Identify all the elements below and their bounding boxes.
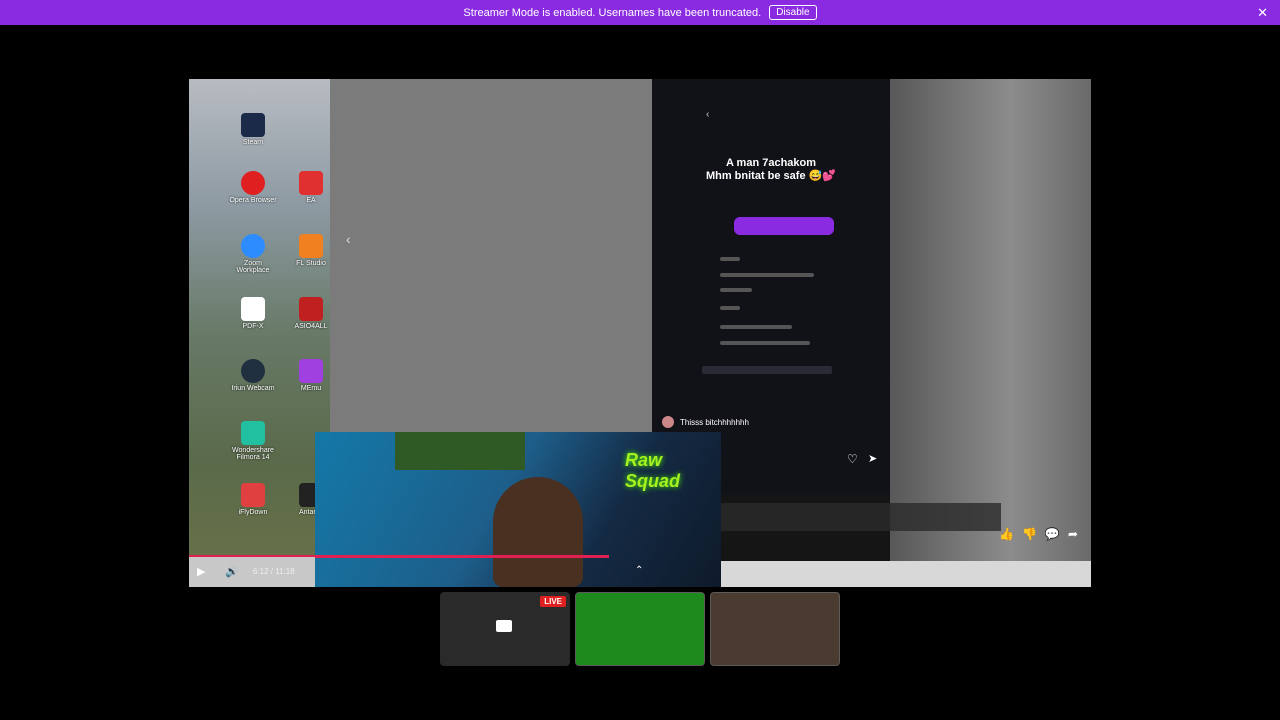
time-display: 6:12 / 11:18 [253,567,295,576]
comment: Thisss bitchhhhhhh [662,416,749,428]
story-caption: A man 7achakom Mhm bnitat be safe 😅💕 [705,157,837,182]
taskbar [721,561,1091,587]
chevron-left-icon[interactable]: ‹ [346,231,351,247]
player-controls: ▶ 🔊 6:12 / 11:18 [189,557,315,587]
video-actions: 👍 👎 💬 ➦ [999,527,1086,541]
desktop-icon: ASIO4ALL [287,297,335,330]
volume-icon[interactable]: 🔊 [225,565,239,578]
avatar [662,416,674,428]
disable-button[interactable]: Disable [769,5,817,20]
streamer [493,477,583,587]
message-line [720,341,810,345]
share-icon[interactable]: ➦ [1068,527,1078,541]
thumbnail-strip [721,503,1001,531]
message-line [720,273,814,277]
live-badge: LIVE [540,596,566,607]
stream-tile-webcam-1[interactable] [575,592,705,666]
stream-tile-webcam-2[interactable] [710,592,840,666]
back-arrow-icon: ‹ [706,109,710,120]
comment-text: Thisss bitchhhhhhh [680,417,749,427]
plants-decor [395,432,525,470]
video-placeholder [330,79,652,432]
message-line [720,325,792,329]
desktop-icon: EA [287,171,335,204]
desktop-icon: Wondershare Filmora 14 [229,421,277,461]
desktop-icon: iFlyDown [229,483,277,516]
comment-icon[interactable]: 💬 [1045,527,1060,541]
desktop-icon: MEmu [287,359,335,392]
stream-video[interactable]: Steam Opera Browser EA Zoom Workplace FL… [189,79,1091,587]
play-icon[interactable]: ▶ [197,565,205,578]
message-line [720,257,740,261]
message-bubble [734,217,834,235]
thumbs-up-icon[interactable]: 👍 [999,527,1014,541]
streamer-mode-banner: Streamer Mode is enabled. Usernames have… [0,0,1280,25]
desktop-icon: Steam [229,113,277,146]
message-input [702,366,832,374]
close-icon[interactable]: ✕ [1257,5,1268,21]
desktop-icon: Opera Browser [229,171,277,204]
banner-message: Streamer Mode is enabled. Usernames have… [463,6,762,19]
heart-icon[interactable]: ♡ [847,452,858,466]
chevron-up-icon[interactable]: ⌃ [635,565,643,576]
logo-text: Raw Squad [625,450,681,491]
screen-share-icon [496,620,512,632]
desktop-icon: PDF-X [229,297,277,330]
desktop-capture: Steam Opera Browser EA Zoom Workplace FL… [189,79,330,587]
streamer-webcam: Raw Squad [315,432,721,587]
thumbs-down-icon[interactable]: 👎 [1022,527,1037,541]
stream-tile-screen[interactable]: LIVE [440,592,570,666]
message-line [720,306,740,310]
send-icon[interactable]: ➤ [868,452,877,465]
desktop-icon: Iriun Webcam [229,359,277,392]
desktop-icon: Zoom Workplace [229,234,277,274]
message-line [720,288,752,292]
desktop-icon: FL Studio [287,234,335,267]
